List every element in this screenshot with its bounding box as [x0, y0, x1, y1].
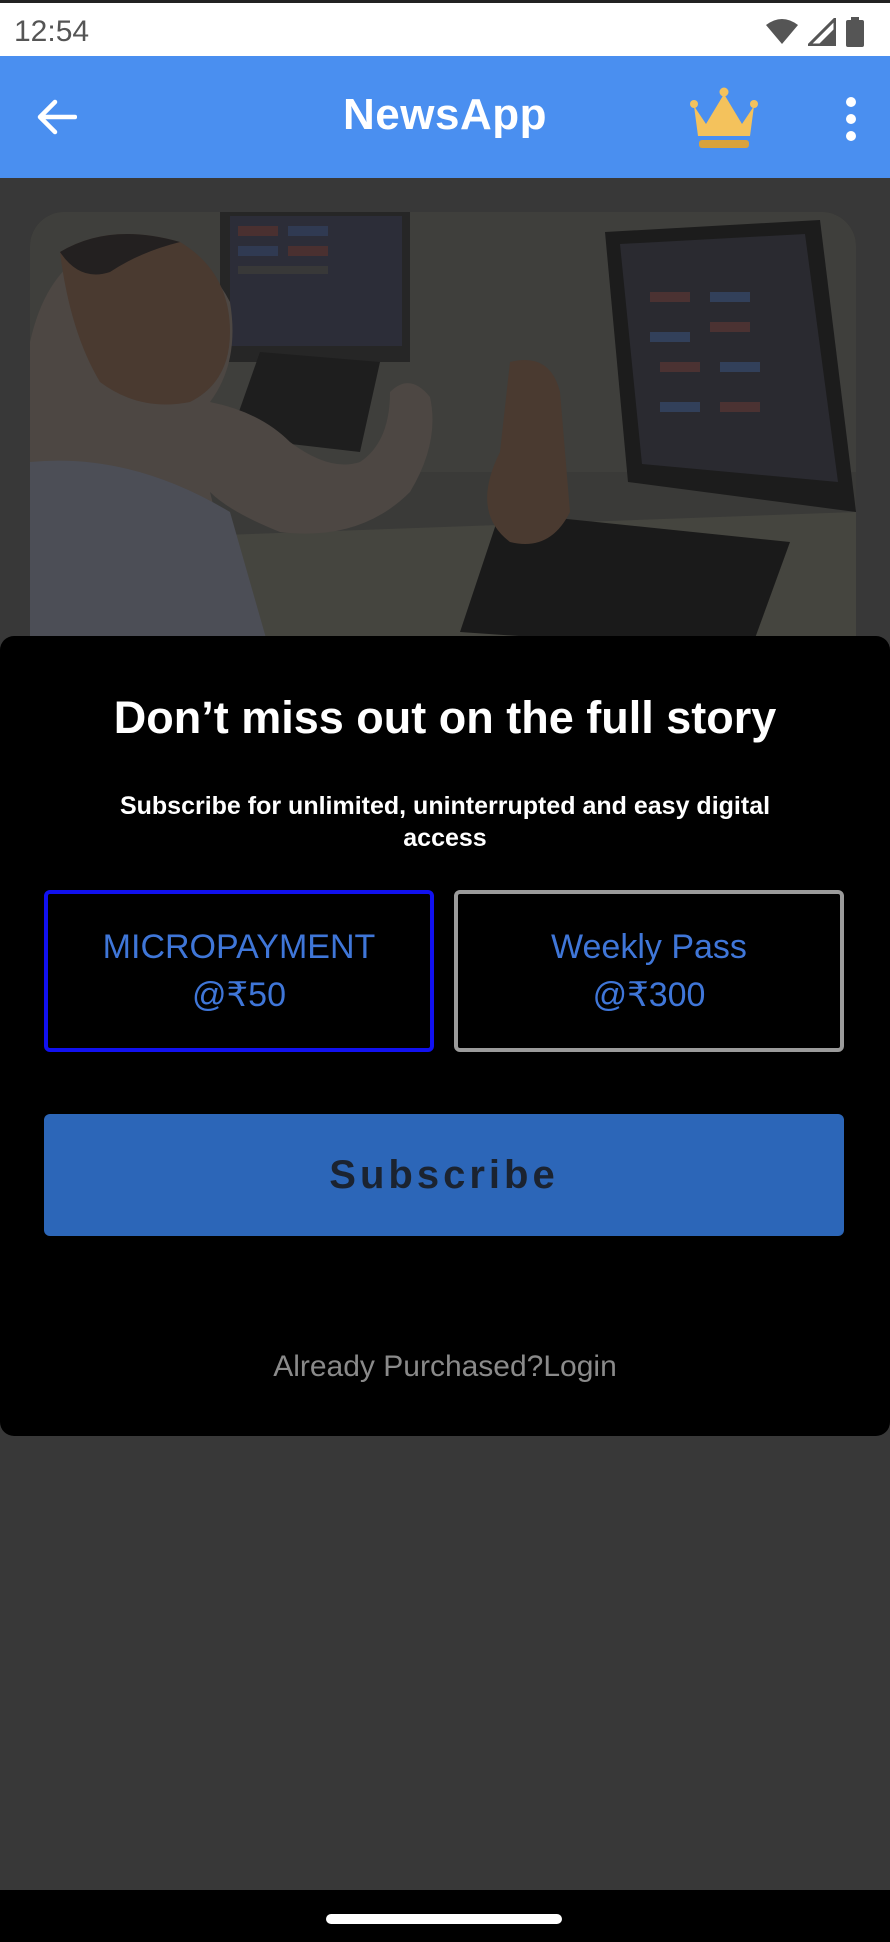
- plan-micropayment[interactable]: MICROPAYMENT @₹50: [44, 890, 434, 1052]
- paywall-title: Don’t miss out on the full story: [113, 692, 777, 743]
- login-link[interactable]: Already Purchased?Login: [0, 1350, 890, 1384]
- crown-icon: [690, 87, 758, 148]
- home-gesture-bar[interactable]: [326, 1914, 562, 1924]
- app-bar: NewsApp: [0, 56, 890, 178]
- screen: 12:54 NewsApp Don’t miss out on the full…: [0, 0, 890, 1942]
- status-time: 12:54: [14, 15, 90, 48]
- plan-name: MICROPAYMENT: [102, 928, 376, 966]
- paywall-sheet: Don’t miss out on the full story Subscri…: [0, 636, 890, 1436]
- status-icons: [766, 17, 864, 47]
- paywall-subtitle: Subscribe for unlimited, uninterrupted a…: [119, 792, 771, 852]
- navigation-bar: [0, 1890, 890, 1942]
- subscribe-label: Subscribe: [329, 1152, 559, 1197]
- battery-icon: [846, 17, 864, 47]
- more-vertical-icon: [846, 97, 856, 141]
- hero-photo: [30, 212, 856, 652]
- hero-image: [30, 212, 856, 652]
- more-options-button[interactable]: [838, 94, 864, 144]
- plan-name: Weekly Pass: [551, 928, 747, 966]
- subscribe-button[interactable]: Subscribe: [44, 1114, 844, 1236]
- plan-price: @₹50: [192, 976, 286, 1014]
- plan-weekly-pass[interactable]: Weekly Pass @₹300: [454, 890, 844, 1052]
- status-bar: 12:54: [0, 0, 890, 56]
- plan-price: @₹300: [592, 976, 706, 1014]
- cellular-signal-icon: [808, 18, 836, 46]
- premium-button[interactable]: [684, 84, 764, 150]
- wifi-icon: [766, 19, 798, 45]
